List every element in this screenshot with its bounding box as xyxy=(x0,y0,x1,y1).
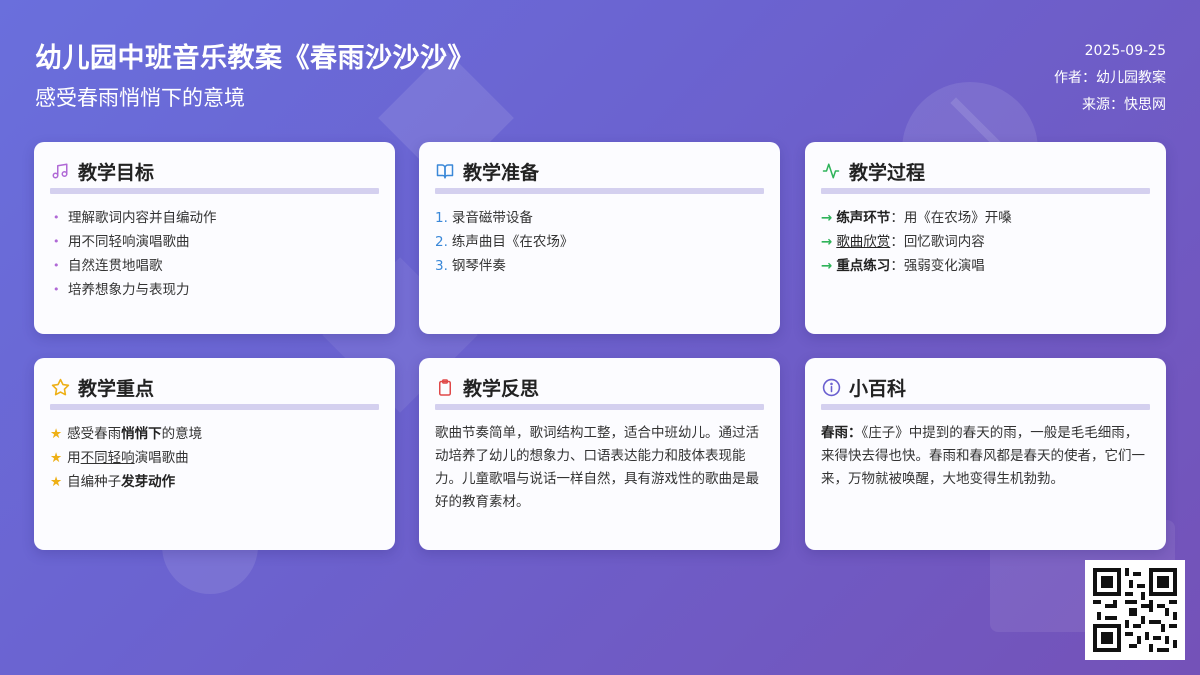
info-icon xyxy=(821,377,841,397)
item-number: 1. xyxy=(435,210,448,226)
star-icon xyxy=(50,377,70,397)
step-label: 歌曲欣赏 xyxy=(836,234,891,250)
emphasis: 悄悄下 xyxy=(121,426,162,442)
arrow-right-icon: → xyxy=(821,258,833,274)
step-label: 练声环节 xyxy=(836,210,891,226)
card-teaching-prep: 教学准备 1. 录音磁带设备 2. 练声曲目《在农场》 3. 钢琴伴奏 xyxy=(419,142,780,334)
card-title: 教学过程 xyxy=(849,161,926,184)
item-text: 钢琴伴奏 xyxy=(451,258,506,274)
card-title: 教学目标 xyxy=(78,161,155,184)
item-number: 3. xyxy=(435,258,448,274)
title-underline xyxy=(821,188,1150,194)
text: 的意境 xyxy=(161,426,203,442)
star-bullet-icon: ★ xyxy=(50,426,63,442)
text: 演唱歌曲 xyxy=(134,450,189,466)
card-reflection: 教学反思 歌曲节奏简单，歌词结构工整，适合中班幼儿。通过活动培养了幼儿的想象力、… xyxy=(419,358,780,550)
arrow-right-icon: → xyxy=(821,210,833,226)
term-label: 春雨： xyxy=(821,425,862,441)
list-item: 2. 练声曲目《在农场》 xyxy=(435,230,764,254)
underlined-text: 不同轻响 xyxy=(80,450,135,466)
step-separator: ： xyxy=(890,258,904,274)
star-bullet-icon: ★ xyxy=(50,474,63,490)
item-number: 2. xyxy=(435,234,448,250)
key-point: ★ 自编种子发芽动作 xyxy=(50,470,379,494)
title-underline xyxy=(50,404,379,410)
meta-info: 2025-09-25 作者：幼儿园教案 来源：快思网 xyxy=(1054,38,1166,119)
process-step: → 练声环节：用《在农场》开嗓 xyxy=(821,206,1150,230)
title-underline xyxy=(821,404,1150,410)
process-step: → 歌曲欣赏：回忆歌词内容 xyxy=(821,230,1150,254)
arrow-right-icon: → xyxy=(821,234,833,250)
item-text: 练声曲目《在农场》 xyxy=(451,234,574,250)
emphasis: 发芽动作 xyxy=(121,474,176,490)
card-key-points: 教学重点 ★ 感受春雨悄悄下的意境 ★ 用不同轻响演唱歌曲 ★ 自编种子发芽动作 xyxy=(34,358,395,550)
list-item: 用不同轻响演唱歌曲 xyxy=(50,230,379,254)
title-underline xyxy=(435,404,764,410)
step-separator: ： xyxy=(890,210,904,226)
card-teaching-goals: 教学目标 理解歌词内容并自编动作 用不同轻响演唱歌曲 自然连贯地唱歌 培养想象力… xyxy=(34,142,395,334)
step-label: 重点练习 xyxy=(836,258,891,274)
step-text: 回忆歌词内容 xyxy=(903,234,985,250)
qr-code xyxy=(1085,560,1185,660)
key-point: ★ 用不同轻响演唱歌曲 xyxy=(50,446,379,470)
process-step: → 重点练习：强弱变化演唱 xyxy=(821,254,1150,278)
page-title: 幼儿园中班音乐教案《春雨沙沙沙》 xyxy=(35,43,475,74)
star-bullet-icon: ★ xyxy=(50,450,63,466)
text: 感受春雨 xyxy=(67,426,122,442)
step-text: 用《在农场》开嗓 xyxy=(903,210,1012,226)
list-item: 1. 录音磁带设备 xyxy=(435,206,764,230)
title-underline xyxy=(435,188,764,194)
list-item: 自然连贯地唱歌 xyxy=(50,254,379,278)
author: 作者：幼儿园教案 xyxy=(1054,70,1166,86)
card-title: 小百科 xyxy=(849,377,907,400)
book-icon xyxy=(435,161,455,181)
card-title: 教学反思 xyxy=(463,377,540,400)
pulse-icon xyxy=(821,161,841,181)
list-item: 培养想象力与表现力 xyxy=(50,278,379,302)
definition: 《庄子》中提到的春天的雨，一般是毛毛细雨，来得快去得也快。春雨和春风都是春天的使… xyxy=(821,425,1145,487)
reflection-text: 歌曲节奏简单，歌词结构工整，适合中班幼儿。通过活动培养了幼儿的想象力、口语表达能… xyxy=(435,425,759,510)
item-text: 录音磁带设备 xyxy=(451,210,533,226)
card-title: 教学准备 xyxy=(463,161,540,184)
publish-date: 2025-09-25 xyxy=(1084,43,1166,59)
list-item: 3. 钢琴伴奏 xyxy=(435,254,764,278)
step-separator: ： xyxy=(890,234,904,250)
step-text: 强弱变化演唱 xyxy=(903,258,985,274)
text: 用 xyxy=(67,450,81,466)
source: 来源：快思网 xyxy=(1082,97,1166,113)
clipboard-icon xyxy=(435,377,455,397)
page-subtitle: 感受春雨悄悄下的意境 xyxy=(35,86,245,110)
card-title: 教学重点 xyxy=(78,377,155,400)
list-item: 理解歌词内容并自编动作 xyxy=(50,206,379,230)
card-teaching-process: 教学过程 → 练声环节：用《在农场》开嗓 → 歌曲欣赏：回忆歌词内容 → 重点练习：强… xyxy=(805,142,1166,334)
card-encyclopedia: 小百科 春雨：《庄子》中提到的春天的雨，一般是毛毛细雨，来得快去得也快。春雨和春… xyxy=(805,358,1166,550)
key-point: ★ 感受春雨悄悄下的意境 xyxy=(50,422,379,446)
music-note-icon xyxy=(50,161,70,181)
encyclopedia-text: 春雨：《庄子》中提到的春天的雨，一般是毛毛细雨，来得快去得也快。春雨和春风都是春… xyxy=(821,422,1150,491)
title-underline xyxy=(50,188,379,194)
text: 自编种子 xyxy=(67,474,122,490)
